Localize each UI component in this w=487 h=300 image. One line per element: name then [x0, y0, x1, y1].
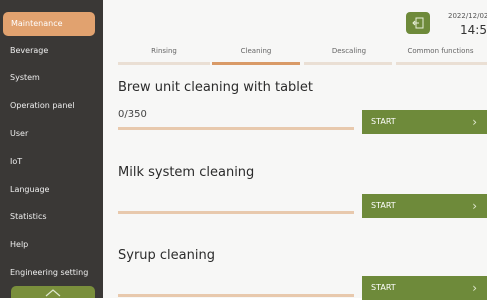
start-button-label: START: [371, 283, 396, 292]
section-title-milk-system: Milk system cleaning: [118, 165, 255, 180]
sidebar-item-iot[interactable]: IoT: [0, 150, 103, 174]
exit-button[interactable]: [406, 12, 430, 34]
sidebar-item-system[interactable]: System: [0, 66, 103, 90]
section-progress-bar: [118, 211, 354, 214]
sidebar-item-statistics[interactable]: Statistics: [0, 205, 103, 229]
start-button-milk-system[interactable]: START ›: [362, 194, 487, 218]
exit-icon: [412, 17, 424, 29]
chevron-right-icon: ›: [472, 199, 477, 213]
start-button-syrup[interactable]: START ›: [362, 276, 487, 300]
sidebar-item-user[interactable]: User: [0, 122, 103, 146]
sidebar-item-engineering-setting[interactable]: Engineering setting: [0, 261, 103, 285]
section-title-brew-unit: Brew unit cleaning with tablet: [118, 80, 313, 95]
start-button-label: START: [371, 117, 396, 126]
section-title-syrup: Syrup cleaning: [118, 248, 215, 263]
chevron-right-icon: ›: [472, 281, 477, 295]
sidebar-scroll-up-button[interactable]: [11, 286, 95, 298]
tab-rinsing[interactable]: Rinsing: [128, 47, 200, 55]
section-progress-bar: [118, 127, 354, 130]
section-progress-bar: [118, 294, 354, 297]
sidebar-item-language[interactable]: Language: [0, 178, 103, 202]
header-time: 14:57: [460, 23, 487, 37]
tab-common-functions[interactable]: Common functions: [394, 47, 487, 55]
sidebar-item-help[interactable]: Help: [0, 233, 103, 257]
sidebar-item-beverage[interactable]: Beverage: [0, 39, 103, 63]
cleaning-counter: 0/350: [118, 109, 147, 120]
sidebar-item-maintenance[interactable]: Maintenance: [3, 12, 95, 36]
start-button-brew-unit[interactable]: START ›: [362, 110, 487, 134]
tab-underline: [304, 62, 392, 65]
tab-underline-active: [212, 62, 300, 65]
sidebar: Maintenance Beverage System Operation pa…: [0, 0, 103, 298]
tab-underline: [118, 62, 210, 65]
sidebar-item-operation-panel[interactable]: Operation panel: [0, 94, 103, 118]
tab-cleaning[interactable]: Cleaning: [212, 47, 300, 55]
chevron-right-icon: ›: [472, 115, 477, 129]
header-date: 2022/12/02: [448, 12, 487, 20]
tab-underline: [396, 62, 487, 65]
tab-descaling[interactable]: Descaling: [304, 47, 394, 55]
chevron-up-icon: [45, 289, 61, 297]
start-button-label: START: [371, 201, 396, 210]
